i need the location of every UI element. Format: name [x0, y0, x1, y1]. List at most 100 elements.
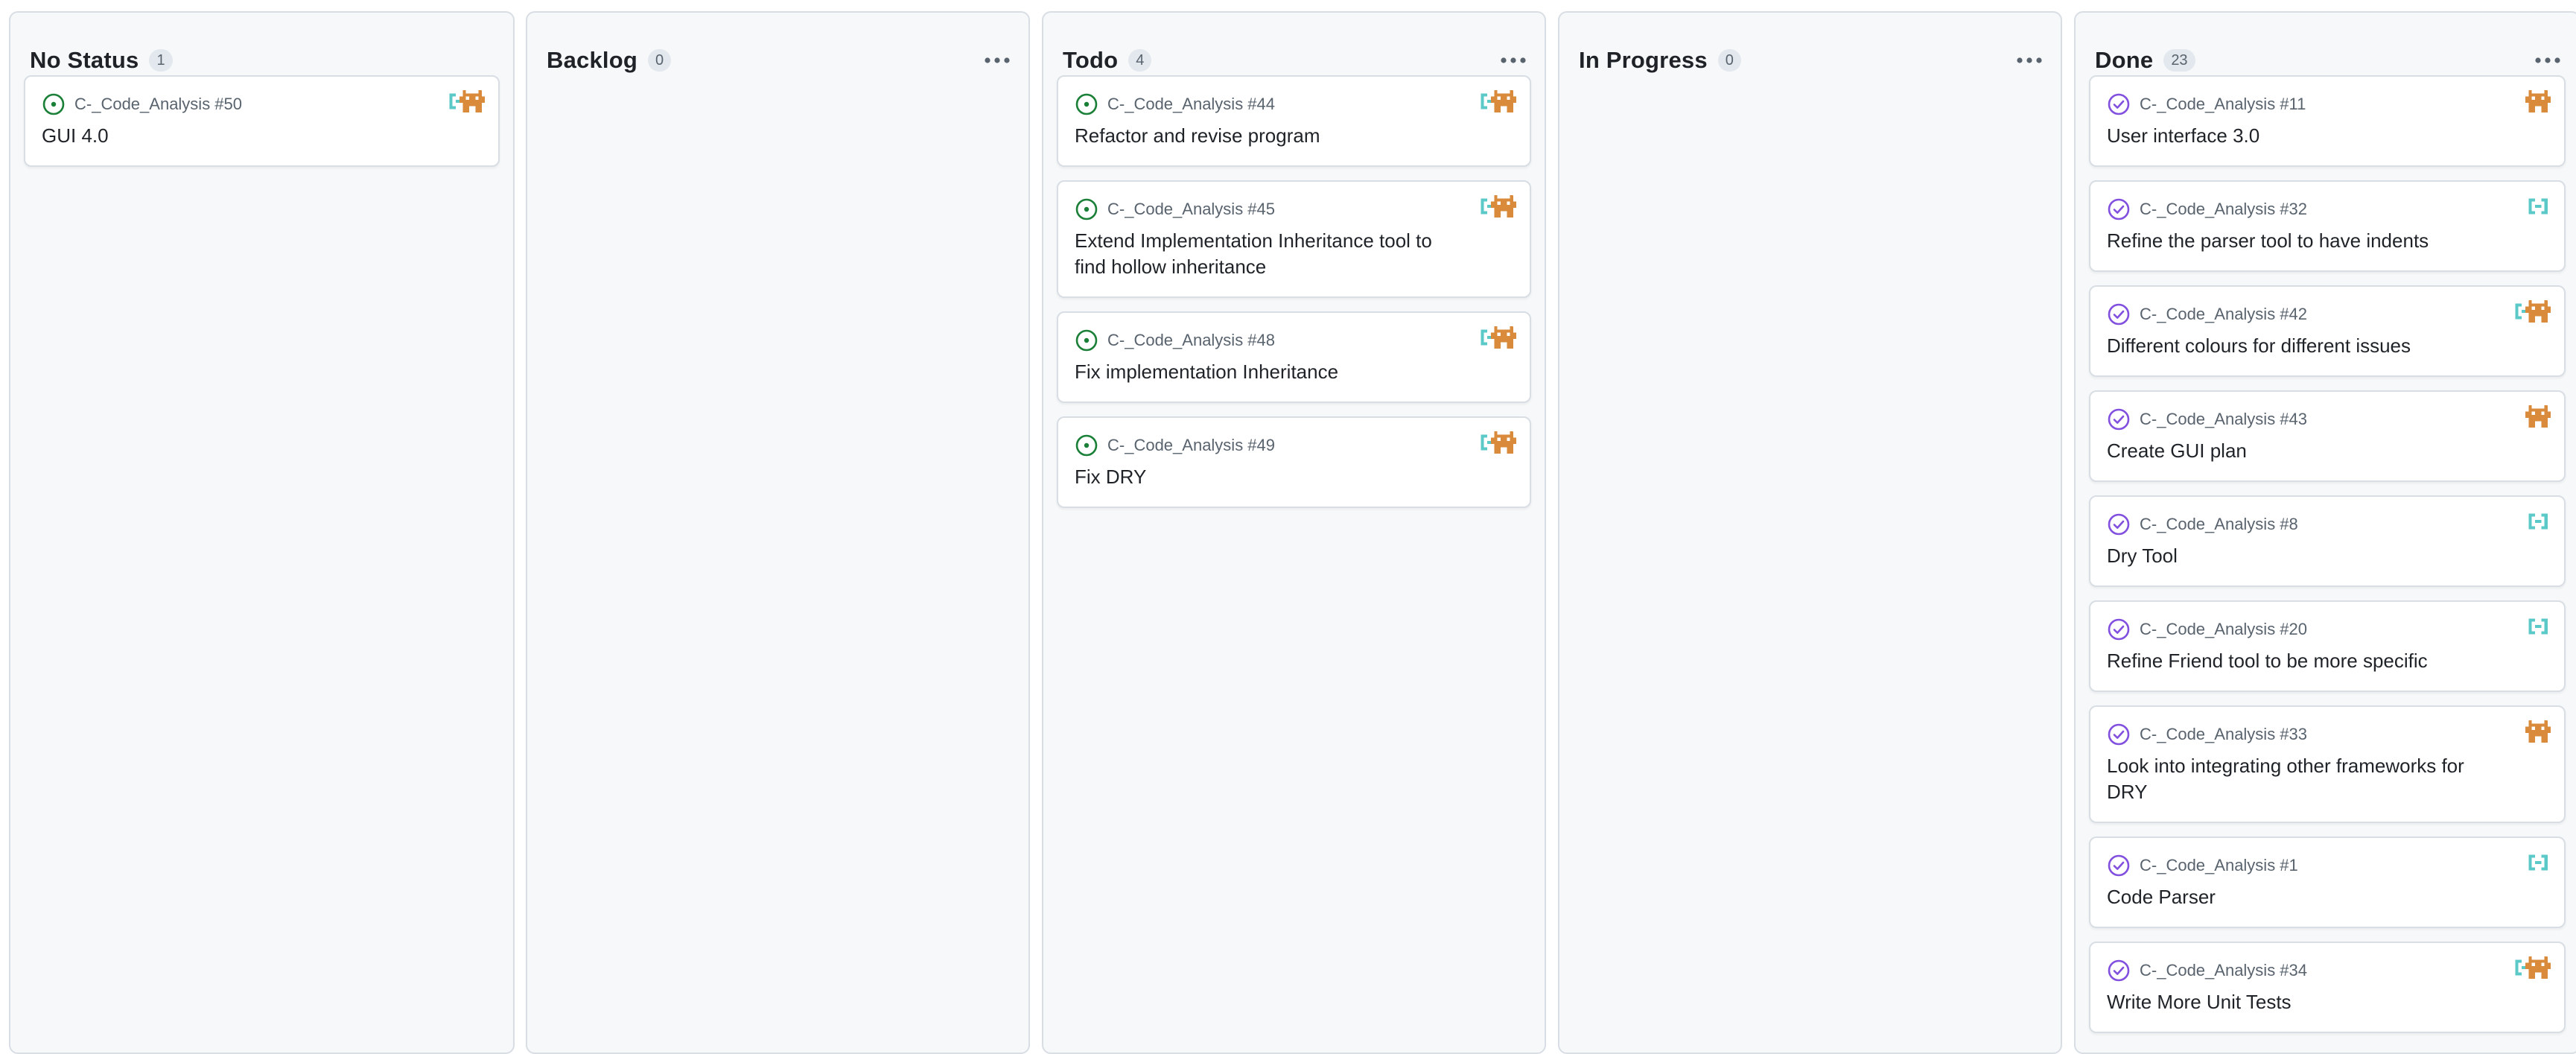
orange-avatar[interactable] [1491, 431, 1516, 457]
issue-reference[interactable]: C-_Code_Analysis #48 [1107, 331, 1275, 350]
issue-title[interactable]: Fix implementation Inheritance [1075, 359, 1455, 385]
issue-title[interactable]: Different colours for different issues [2107, 333, 2490, 359]
issue-card[interactable]: C-_Code_Analysis #34 Write More Unit Test… [2089, 942, 2566, 1033]
column-count: 23 [2163, 49, 2195, 72]
teal-avatar[interactable] [2525, 510, 2551, 536]
issue-title[interactable]: Code Parser [2107, 884, 2490, 910]
column-title: No Status [30, 47, 139, 73]
column-menu-button[interactable] [2531, 44, 2564, 77]
issue-card[interactable]: C-_Code_Analysis #32 Refine the parser to… [2089, 180, 2566, 272]
teal-avatar[interactable] [2525, 615, 2551, 641]
issue-reference[interactable]: C-_Code_Analysis #33 [2140, 725, 2307, 744]
identicon-icon [1491, 90, 1516, 112]
issue-reference[interactable]: C-_Code_Analysis #45 [1107, 200, 1275, 219]
closed-issue-icon [2108, 513, 2130, 536]
column-count: 4 [1128, 49, 1152, 72]
issue-meta: C-_Code_Analysis #33 [2107, 722, 2490, 747]
issue-title[interactable]: Create GUI plan [2107, 438, 2490, 464]
column-menu-button[interactable] [2013, 44, 2046, 77]
issue-reference[interactable]: C-_Code_Analysis #11 [2140, 95, 2306, 114]
issue-title[interactable]: Dry Tool [2107, 543, 2490, 569]
card-list: C-_Code_Analysis #50 GUI 4.0 [24, 75, 500, 180]
issue-reference[interactable]: C-_Code_Analysis #32 [2140, 200, 2307, 219]
issue-title[interactable]: User interface 3.0 [2107, 123, 2490, 149]
column-menu-button[interactable] [981, 44, 1014, 77]
issue-title[interactable]: Refine Friend tool to be more specific [2107, 648, 2490, 674]
issue-card[interactable]: C-_Code_Analysis #42 Different colours fo… [2089, 285, 2566, 377]
issue-reference[interactable]: C-_Code_Analysis #8 [2140, 515, 2298, 534]
identicon-icon [2528, 854, 2548, 871]
issue-reference[interactable]: C-_Code_Analysis #43 [2140, 410, 2307, 429]
closed-issue-icon [2108, 93, 2130, 115]
issue-reference[interactable]: C-_Code_Analysis #49 [1107, 436, 1275, 455]
issue-title[interactable]: GUI 4.0 [42, 123, 424, 149]
issue-meta: C-_Code_Analysis #20 [2107, 617, 2490, 642]
identicon-icon [1491, 195, 1516, 218]
issue-reference[interactable]: C-_Code_Analysis #20 [2140, 620, 2307, 639]
issue-meta: C-_Code_Analysis #1 [2107, 853, 2490, 878]
more-horizontal-icon [2535, 57, 2560, 63]
issue-reference[interactable]: C-_Code_Analysis #42 [2140, 305, 2307, 324]
assignee-avatars [2525, 195, 2551, 220]
closed-issue-icon [2108, 408, 2130, 431]
column-title: Todo [1063, 47, 1119, 73]
assignee-avatars [1478, 431, 1516, 457]
assignee-avatars [2512, 300, 2551, 326]
orange-avatar[interactable] [2525, 720, 2551, 746]
column-title: Backlog [547, 47, 637, 73]
issue-title[interactable]: Write More Unit Tests [2107, 989, 2490, 1015]
issue-meta: C-_Code_Analysis #42 [2107, 302, 2490, 327]
issue-title[interactable]: Look into integrating other frameworks f… [2107, 753, 2490, 805]
identicon-icon [2528, 513, 2548, 530]
column-in-progress: In Progress 0 [1558, 11, 2062, 1054]
project-board: No Status 1 C-_Code_Analysis #50 GUI 4.0 … [0, 0, 2576, 1054]
identicon-icon [2528, 198, 2548, 215]
issue-title[interactable]: Refine the parser tool to have indents [2107, 228, 2490, 254]
issue-meta: C-_Code_Analysis #8 [2107, 512, 2490, 537]
orange-avatar[interactable] [2525, 300, 2551, 326]
issue-reference[interactable]: C-_Code_Analysis #50 [74, 95, 242, 114]
column-menu-button[interactable] [1497, 44, 1530, 77]
assignee-avatars [1478, 195, 1516, 220]
issue-card[interactable]: C-_Code_Analysis #8 Dry Tool [2089, 495, 2566, 587]
assignee-avatars [2525, 90, 2551, 115]
more-horizontal-icon [1501, 57, 1526, 63]
closed-issue-icon [2108, 303, 2130, 326]
identicon-icon [2525, 720, 2551, 743]
orange-avatar[interactable] [1491, 90, 1516, 115]
issue-card[interactable]: C-_Code_Analysis #33 Look into integratin… [2089, 705, 2566, 823]
teal-avatar[interactable] [2525, 195, 2551, 220]
issue-card[interactable]: C-_Code_Analysis #50 GUI 4.0 [24, 75, 500, 167]
orange-avatar[interactable] [2525, 405, 2551, 431]
issue-title[interactable]: Extend Implementation Inheritance tool t… [1075, 228, 1455, 280]
orange-avatar[interactable] [2525, 956, 2551, 982]
issue-reference[interactable]: C-_Code_Analysis #1 [2140, 856, 2298, 875]
assignee-avatars [2525, 851, 2551, 877]
closed-issue-icon [2108, 723, 2130, 746]
issue-reference[interactable]: C-_Code_Analysis #44 [1107, 95, 1275, 114]
column-todo: Todo 4 C-_Code_Analysis #44 Refactor and … [1042, 11, 1546, 1054]
identicon-icon [2525, 956, 2551, 979]
column-count: 0 [1717, 49, 1741, 72]
orange-avatar[interactable] [1491, 326, 1516, 352]
issue-reference[interactable]: C-_Code_Analysis #34 [2140, 961, 2307, 980]
issue-card[interactable]: C-_Code_Analysis #49 Fix DRY [1057, 416, 1531, 508]
issue-title[interactable]: Refactor and revise program [1075, 123, 1455, 149]
orange-avatar[interactable] [2525, 90, 2551, 115]
issue-card[interactable]: C-_Code_Analysis #20 Refine Friend tool t… [2089, 600, 2566, 692]
issue-card[interactable]: C-_Code_Analysis #1 Code Parser [2089, 836, 2566, 928]
orange-avatar[interactable] [1491, 195, 1516, 220]
issue-card[interactable]: C-_Code_Analysis #44 Refactor and revise … [1057, 75, 1531, 167]
closed-issue-icon [2108, 854, 2130, 877]
issue-card[interactable]: C-_Code_Analysis #43 Create GUI plan [2089, 390, 2566, 482]
issue-card[interactable]: C-_Code_Analysis #11 User interface 3.0 [2089, 75, 2566, 167]
identicon-icon [2525, 300, 2551, 323]
issue-title[interactable]: Fix DRY [1075, 464, 1455, 490]
column-no-status: No Status 1 C-_Code_Analysis #50 GUI 4.0 [9, 11, 515, 1054]
more-horizontal-icon [985, 57, 1010, 63]
issue-card[interactable]: C-_Code_Analysis #45 Extend Implementatio… [1057, 180, 1531, 298]
issue-card[interactable]: C-_Code_Analysis #48 Fix implementation I… [1057, 311, 1531, 403]
column-header: Backlog 0 [547, 31, 1014, 90]
teal-avatar[interactable] [2525, 851, 2551, 877]
orange-avatar[interactable] [459, 90, 485, 115]
